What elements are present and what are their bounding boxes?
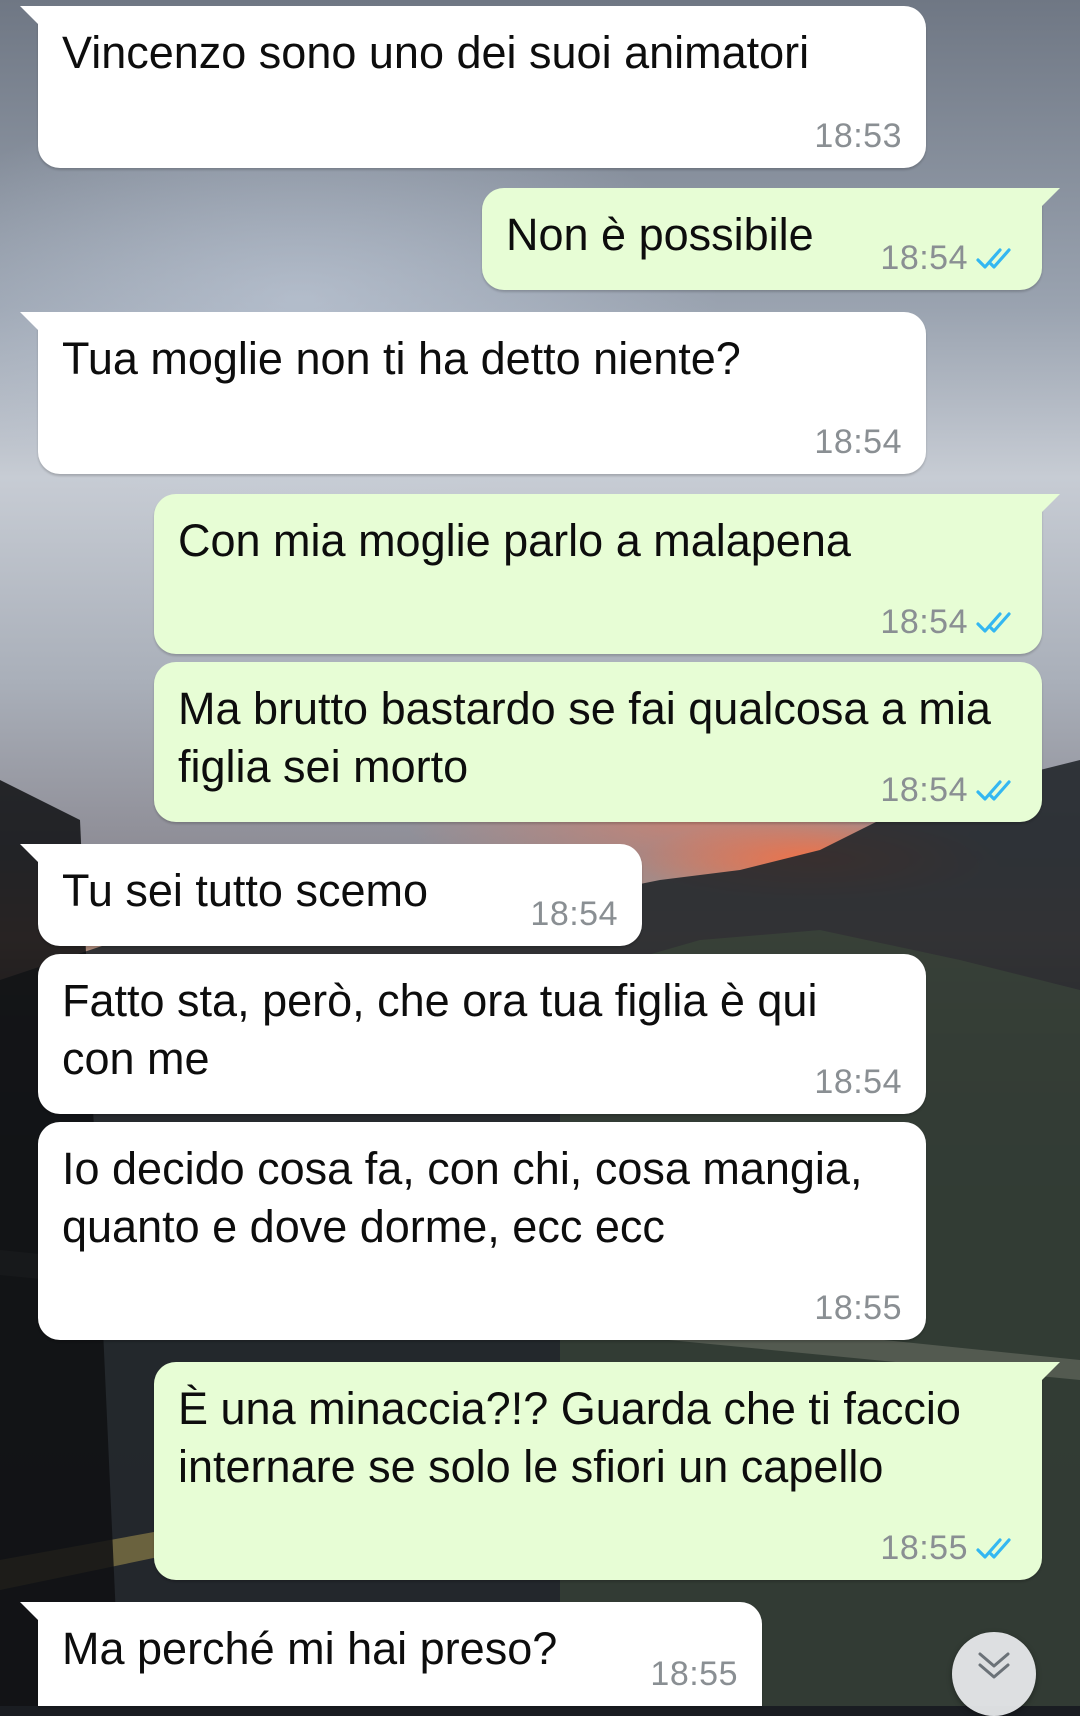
message-meta: 18:54 — [880, 771, 1018, 810]
message-time: 18:54 — [880, 239, 968, 277]
scroll-to-bottom-button[interactable] — [952, 1632, 1036, 1716]
message-time: 18:55 — [814, 1289, 902, 1327]
message-time: 18:54 — [880, 771, 968, 809]
message-bubble-incoming[interactable]: Io decido cosa fa, con chi, cosa mangia,… — [38, 1122, 926, 1340]
message-text: Vincenzo sono uno dei suoi animatori — [62, 27, 810, 78]
message-text: Tua moglie non ti ha detto niente? — [62, 333, 741, 384]
message-text: Con mia moglie parlo a malapena — [178, 515, 851, 566]
message-text: È una minaccia?!? Guarda che ti faccio i… — [178, 1383, 961, 1492]
message-time: 18:54 — [530, 895, 618, 933]
message-meta: 18:55 — [650, 1655, 738, 1694]
message-time: 18:55 — [650, 1655, 738, 1693]
message-bubble-incoming[interactable]: Tu sei tutto scemo 18:54 — [20, 844, 642, 946]
message-bubble-outgoing[interactable]: Non è possibile 18:54 — [482, 188, 1060, 290]
read-double-check-icon — [976, 1536, 1018, 1562]
message-time: 18:55 — [880, 1529, 968, 1567]
message-bubble-incoming[interactable]: Ma perché mi hai preso? 18:55 — [20, 1602, 762, 1706]
conversation: Vincenzo sono uno dei suoi animatori 18:… — [0, 0, 1080, 1716]
message-meta: 18:54 — [880, 239, 1018, 278]
message-text: Fatto sta, però, che ora tua figlia è qu… — [62, 975, 818, 1084]
message-meta: 18:54 — [814, 1063, 902, 1102]
message-bubble-outgoing[interactable]: È una minaccia?!? Guarda che ti faccio i… — [154, 1362, 1060, 1580]
message-meta: 18:54 — [530, 895, 618, 934]
message-bubble-incoming[interactable]: Tua moglie non ti ha detto niente? 18:54 — [20, 312, 926, 474]
message-bubble-incoming[interactable]: Vincenzo sono uno dei suoi animatori 18:… — [20, 6, 926, 168]
message-text: Io decido cosa fa, con chi, cosa mangia,… — [62, 1143, 863, 1252]
message-bubble-outgoing[interactable]: Con mia moglie parlo a malapena 18:54 — [154, 494, 1060, 654]
message-meta: 18:55 — [814, 1289, 902, 1328]
read-double-check-icon — [976, 778, 1018, 804]
message-time: 18:54 — [814, 1063, 902, 1101]
message-time: 18:54 — [880, 603, 968, 641]
read-double-check-icon — [976, 610, 1018, 636]
message-meta: 18:54 — [880, 603, 1018, 642]
message-bubble-incoming[interactable]: Fatto sta, però, che ora tua figlia è qu… — [38, 954, 926, 1114]
message-bubble-outgoing[interactable]: Ma brutto bastardo se fai qualcosa a mia… — [154, 662, 1042, 822]
message-meta: 18:55 — [880, 1529, 1018, 1568]
message-meta: 18:54 — [814, 423, 902, 462]
message-meta: 18:53 — [814, 117, 902, 156]
message-time: 18:53 — [814, 117, 902, 155]
message-text: Ma perché mi hai preso? — [62, 1623, 558, 1674]
message-time: 18:54 — [814, 423, 902, 461]
read-double-check-icon — [976, 246, 1018, 272]
double-chevron-down-icon — [974, 1648, 1014, 1689]
